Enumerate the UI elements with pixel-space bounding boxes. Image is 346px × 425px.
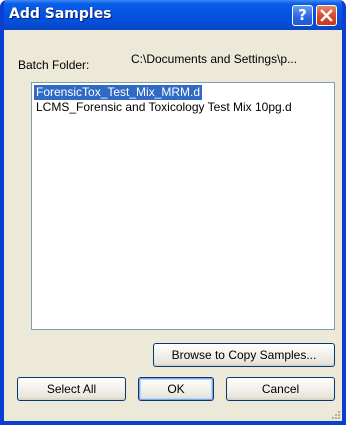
help-button[interactable]: ? (292, 5, 313, 26)
batch-folder-label: Batch Folder: (18, 58, 90, 72)
samples-listbox[interactable]: ForensicTox_Test_Mix_MRM.d LCMS_Forensic… (31, 82, 335, 330)
title-bar[interactable]: Add Samples ? (4, 0, 342, 30)
select-all-button[interactable]: Select All (17, 377, 126, 401)
cancel-button[interactable]: Cancel (226, 377, 335, 401)
browse-copy-samples-button[interactable]: Browse to Copy Samples... (153, 343, 335, 367)
help-icon: ? (298, 6, 307, 24)
close-button[interactable] (316, 5, 337, 26)
close-icon (320, 9, 333, 22)
dialog-title: Add Samples (9, 6, 112, 22)
list-item[interactable]: LCMS_Forensic and Toxicology Test Mix 10… (34, 100, 294, 115)
ok-button[interactable]: OK (138, 377, 214, 401)
resize-grip-icon[interactable] (330, 409, 340, 419)
batch-folder-path: C:\Documents and Settings\p... (131, 52, 298, 66)
add-samples-dialog: Add Samples ? Batch Folder: C:\Documents… (0, 0, 346, 425)
list-item[interactable]: ForensicTox_Test_Mix_MRM.d (34, 85, 203, 100)
